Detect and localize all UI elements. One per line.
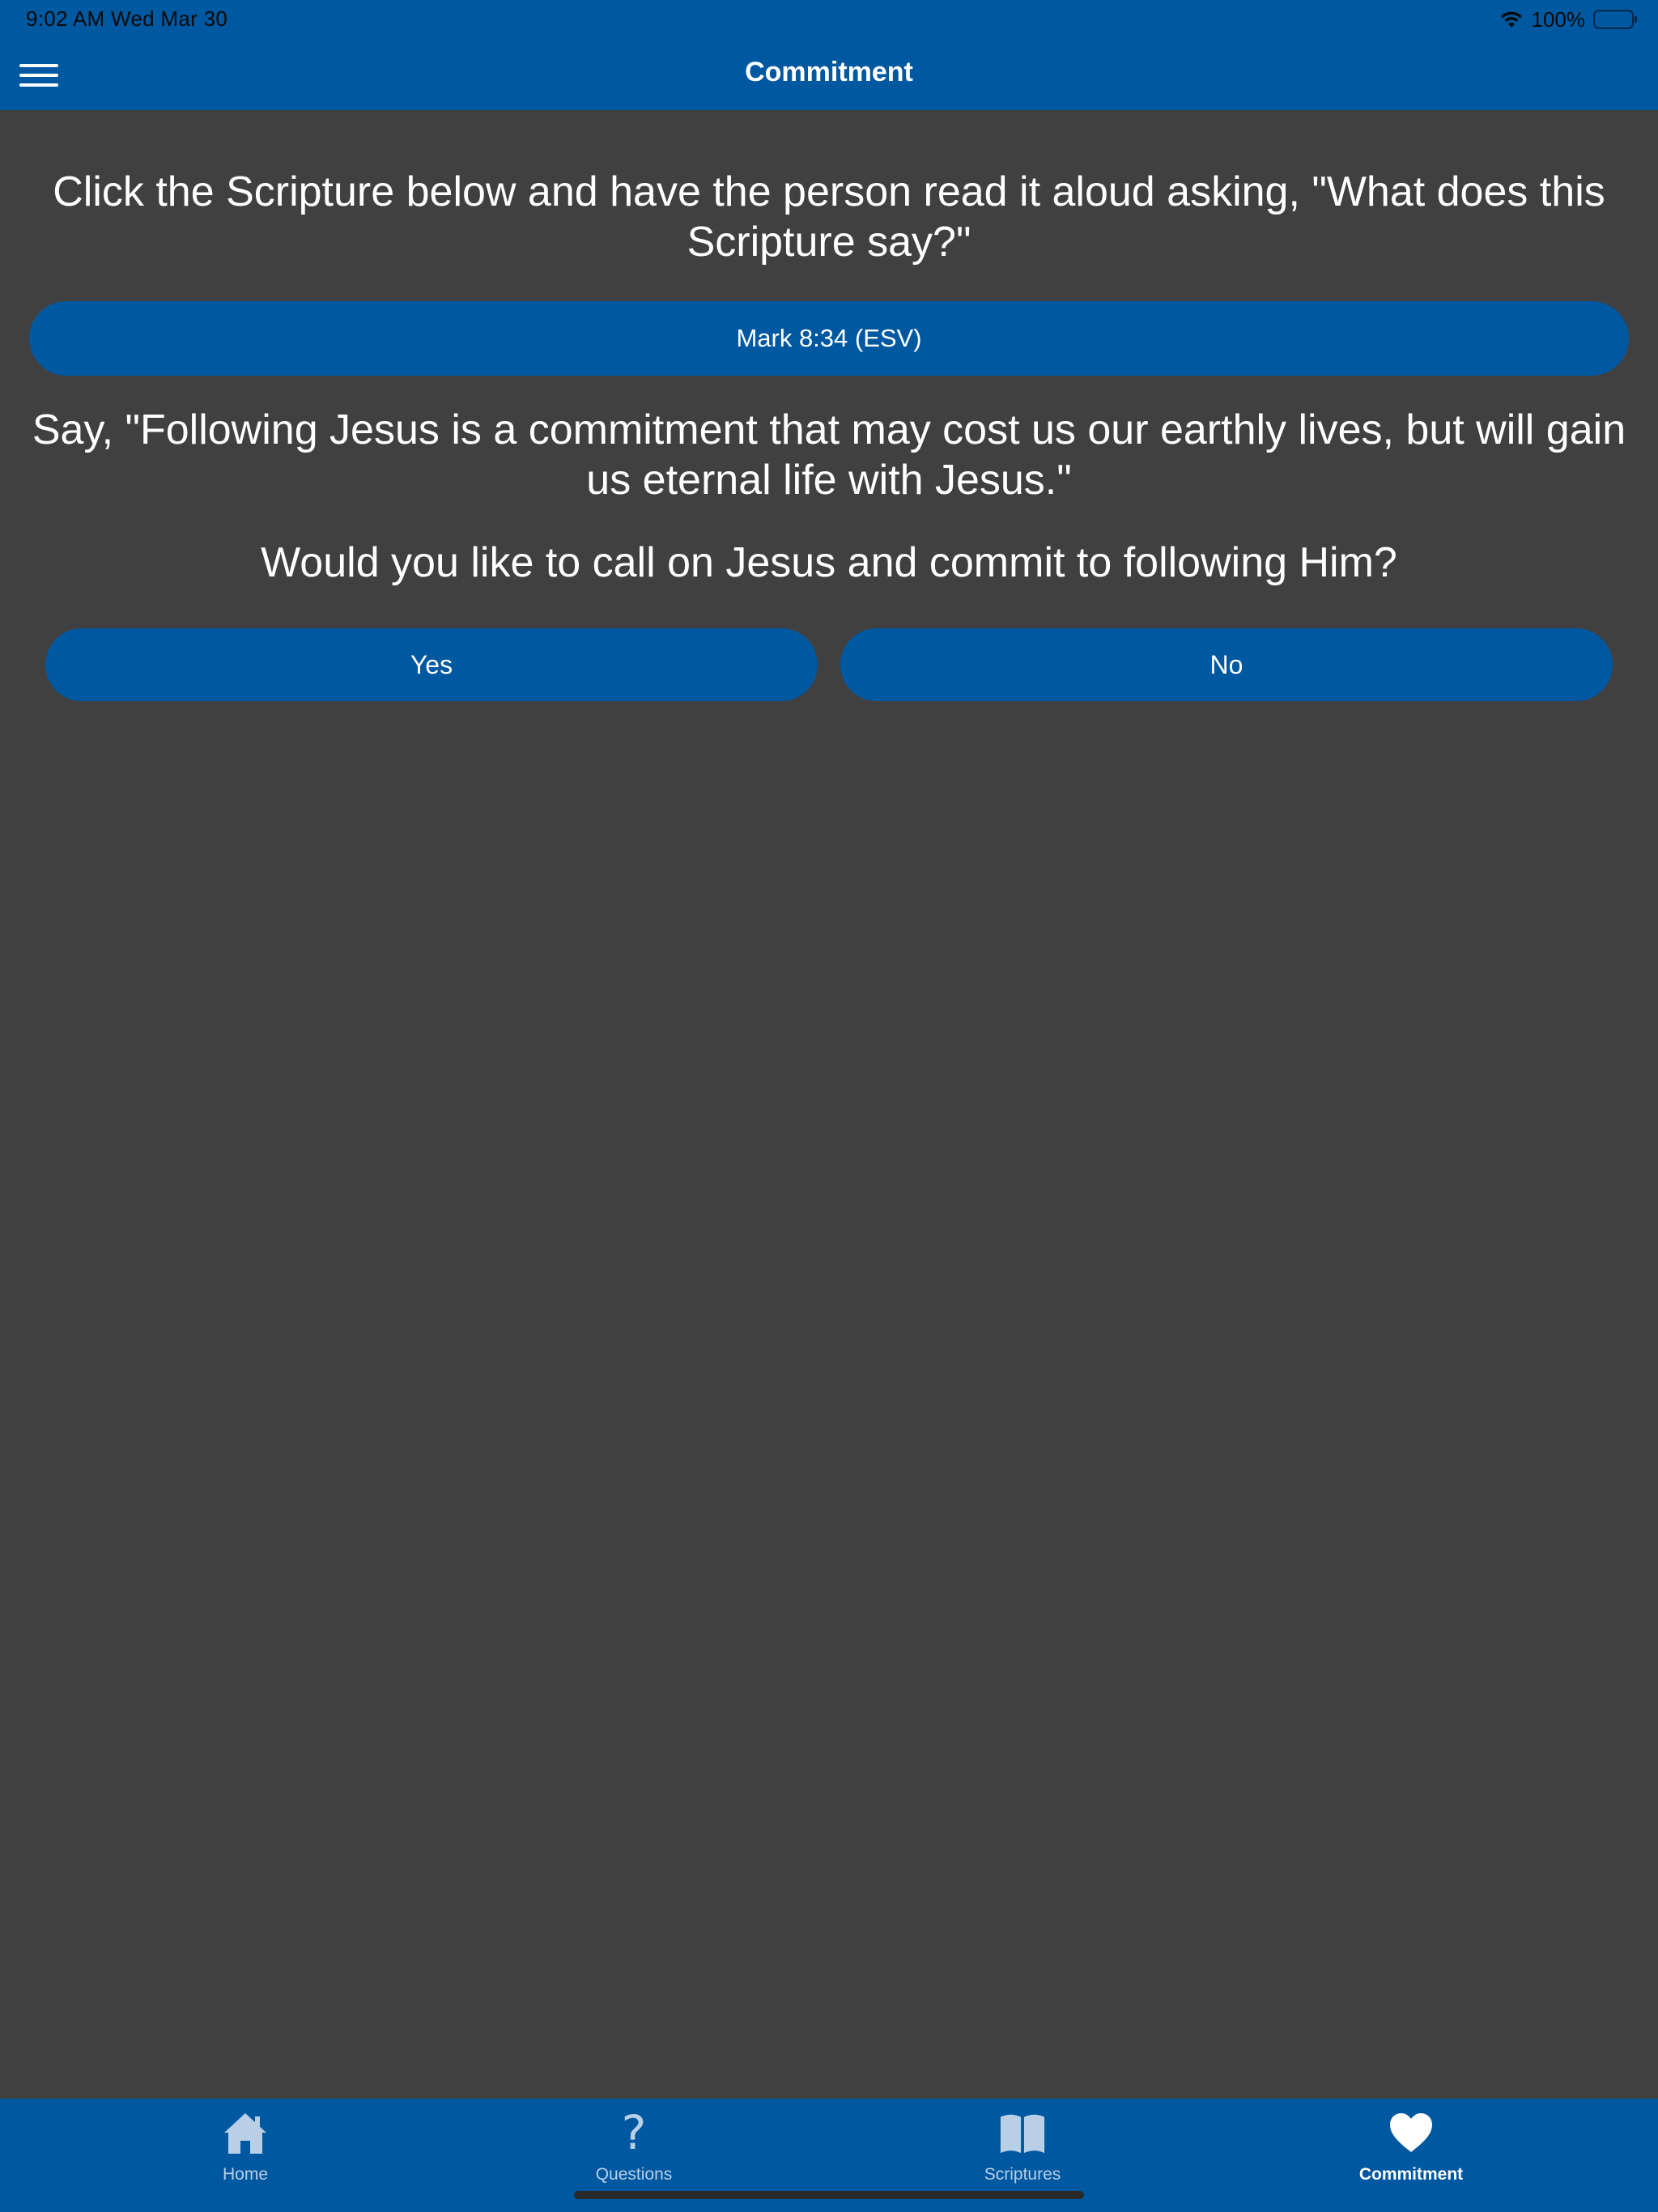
statement-text: Say, "Following Jesus is a commitment th… <box>32 406 1626 504</box>
tab-label: Questions <box>595 2165 673 2184</box>
heart-icon <box>1387 2110 1435 2155</box>
no-button[interactable]: No <box>840 628 1613 701</box>
battery-percent: 100% <box>1531 6 1586 32</box>
battery-icon <box>1593 10 1637 29</box>
question-mark-icon: ? <box>621 2105 647 2160</box>
tab-scriptures[interactable]: Scriptures <box>901 2099 1144 2184</box>
tab-questions[interactable]: ? Questions <box>512 2099 755 2184</box>
page-title: Commitment <box>745 57 913 87</box>
instruction-text: Click the Scripture below and have the p… <box>53 168 1605 266</box>
tab-label: Home <box>222 2165 269 2184</box>
open-book-icon <box>998 2110 1047 2155</box>
app-screen: 9:02 AM Wed Mar 30 100% Commitment Click… <box>0 0 1658 2212</box>
top-bar: 9:02 AM Wed Mar 30 100% Commitment <box>0 0 1658 110</box>
house-icon <box>221 2110 270 2155</box>
status-time: 9:02 AM Wed Mar 30 <box>26 6 228 31</box>
home-indicator <box>574 2191 1084 2199</box>
tab-label: Commitment <box>1358 2165 1464 2184</box>
wifi-icon <box>1499 10 1524 29</box>
yes-button[interactable]: Yes <box>45 628 818 701</box>
scripture-button[interactable]: Mark 8:34 (ESV) <box>29 301 1629 376</box>
status-indicators: 100% <box>1499 6 1637 32</box>
tab-label: Scriptures <box>984 2165 1061 2184</box>
tab-commitment[interactable]: Commitment <box>1290 2099 1533 2184</box>
tab-home[interactable]: Home <box>124 2099 367 2184</box>
question-text: Would you like to call on Jesus and comm… <box>261 539 1397 586</box>
